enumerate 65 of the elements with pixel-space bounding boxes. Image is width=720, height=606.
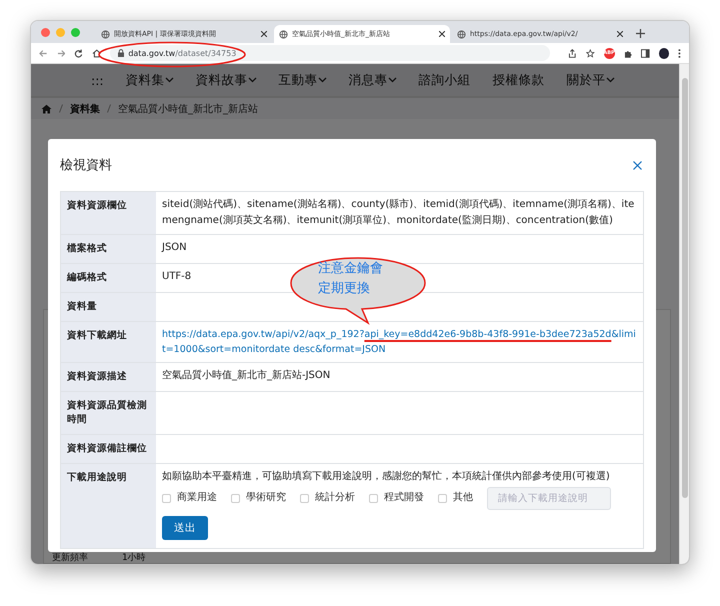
download-link[interactable]: https://data.epa.gov.tw/api/v2/aqx_p_192?api_key=e8dd42e6-9b8b-43f8-991e-b3dee723a52d&limit=1000&sort=monitordate desc&format=JSON [162,327,637,358]
row-label: 資料資源品質檢測時間 [61,392,156,434]
sidebar-icon[interactable] [641,48,650,58]
home-icon[interactable] [92,48,102,58]
share-icon[interactable] [568,48,577,58]
forward-arrow-icon[interactable] [56,48,66,58]
nav-menu-item[interactable]: 關於平 [566,72,615,88]
slash-separator-icon [59,104,63,113]
row-label: 資料量 [61,293,156,321]
checkbox[interactable] [231,494,240,503]
nav-menu-item[interactable]: 授權條款 [492,72,545,88]
row-value: siteid(測站代碼)、sitename(測站名稱)、county(縣市)、itemid(測項代碼)、itemname(測項名稱)、itemengname(測項英文名稱)、itemunit(測項單位)、monitordate(監測日期)、concentration(數值) [162,198,636,228]
submit-button[interactable]: 送出 [162,516,208,540]
close-icon [633,161,642,170]
puzzle-icon[interactable] [624,48,632,58]
callout-text: 注意金鑰會 定期更換 [318,260,383,298]
checkbox-label: 其他 [453,490,473,506]
row-value: 空氣品質小時值_新北市_新店站-JSON [162,368,332,384]
avatar-icon[interactable] [658,48,670,58]
more-icon[interactable] [678,48,682,58]
star-icon[interactable] [586,48,595,58]
url-text: data.gov.tw/dataset/34753 [128,48,236,58]
field-label: 更新頻率 [52,553,88,563]
breadcrumb-current: 空氣品質小時值_新北市_新店站 [118,102,258,116]
row-value: UTF-8 [162,270,192,284]
row-label: 檔案格式 [61,235,156,263]
nav-menu-item[interactable]: 資料故事 [196,72,257,88]
globe-icon [101,30,110,38]
nav-menu-item[interactable]: ::: [91,72,104,88]
row-label: 資料資源描述 [61,363,156,392]
modal-title: 檢視資料 [60,157,112,174]
row-value: JSON [162,241,188,255]
checkbox-label: 商業用途 [177,490,217,506]
globe-icon [457,30,466,38]
home-icon[interactable] [41,104,52,114]
row-label: 下載用途說明 [61,464,156,548]
usage-intro: 如願協助本平臺精進，可協助填寫下載用途說明，感謝您的幫忙，本項統計僅供內部參考使用(可複選) [162,470,611,484]
checkbox[interactable] [438,494,447,503]
nav-menu-item[interactable]: 消息專 [348,72,397,88]
row-label: 資料下載網址 [61,322,156,362]
checkbox[interactable] [300,494,309,503]
field-value: 1小時 [122,553,146,563]
address-bar[interactable]: data.gov.tw/dataset/34753 [110,45,550,61]
checkbox[interactable] [162,494,171,503]
breadcrumb-link[interactable]: 資料集 [70,102,100,116]
globe-icon [279,30,288,38]
reload-icon[interactable] [74,48,83,58]
close-icon[interactable] [617,31,623,37]
checkbox-label: 學術研究 [246,490,286,506]
nav-menu-item[interactable]: 資料集 [126,72,174,88]
close-icon[interactable] [261,31,267,37]
scrollbar[interactable] [679,64,689,564]
row-label: 資料資源備註欄位 [61,434,156,463]
lock-icon [118,49,124,57]
plus-icon[interactable] [636,29,645,38]
checkbox-label: 程式開發 [384,490,424,506]
nav-menu-item[interactable]: 諮詢小組 [418,72,471,88]
checkbox-label: 統計分析 [315,490,355,506]
row-label: 資料資源欄位 [61,192,156,234]
back-arrow-icon[interactable] [39,48,48,58]
checkbox[interactable] [369,494,378,503]
close-icon[interactable] [439,31,445,37]
slash-separator-icon [107,104,111,113]
row-label: 編碼格式 [61,264,156,292]
nav-menu-item[interactable]: 互動專 [278,72,327,88]
